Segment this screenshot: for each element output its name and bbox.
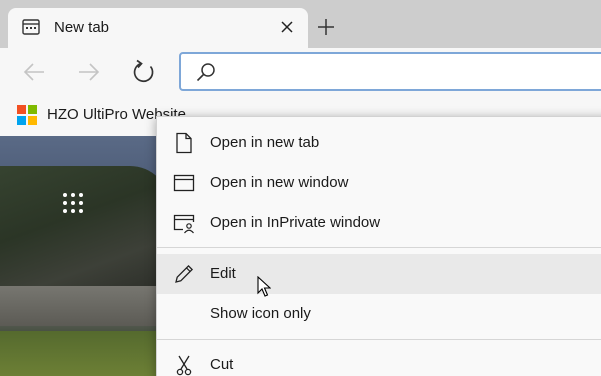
new-tab-plus-icon[interactable] — [316, 17, 336, 37]
menu-item-edit[interactable]: Edit — [157, 254, 601, 294]
menu-separator — [157, 339, 601, 340]
page-icon — [176, 132, 192, 154]
menu-item-show-icon-only[interactable]: Show icon only — [157, 294, 601, 334]
tab-title: New tab — [54, 19, 110, 36]
menu-item-label: Open in InPrivate window — [210, 214, 381, 231]
address-bar[interactable] — [179, 52, 601, 91]
context-menu: Open in new tab Open in new window Open … — [156, 116, 601, 376]
refresh-icon[interactable] — [130, 58, 158, 86]
close-icon[interactable] — [278, 18, 296, 36]
app-launcher-icon[interactable] — [63, 193, 85, 215]
menu-item-open-inprivate-window[interactable]: Open in InPrivate window — [157, 203, 601, 243]
new-tab-page-icon — [22, 19, 40, 35]
menu-item-cut[interactable]: Cut — [157, 345, 601, 376]
menu-item-label: Edit — [210, 265, 236, 282]
menu-item-label: Show icon only — [210, 305, 311, 322]
tab-new-tab[interactable]: New tab — [8, 8, 308, 48]
toolbar — [0, 48, 601, 96]
cliff-shape — [0, 166, 170, 296]
pencil-icon — [175, 264, 194, 283]
inprivate-window-icon — [173, 214, 195, 234]
mouse-pointer-icon — [257, 276, 271, 297]
back-arrow-icon[interactable] — [20, 58, 48, 86]
scissors-icon — [176, 355, 192, 376]
forward-arrow-icon[interactable] — [75, 58, 103, 86]
menu-item-label: Open in new window — [210, 174, 349, 191]
microsoft-logo-icon — [17, 105, 37, 125]
search-icon — [196, 63, 215, 82]
window-icon — [173, 174, 195, 192]
menu-separator — [157, 247, 601, 248]
menu-item-label: Open in new tab — [210, 134, 320, 151]
menu-item-label: Cut — [210, 356, 234, 373]
menu-item-open-new-tab[interactable]: Open in new tab — [157, 123, 601, 163]
tab-strip: New tab — [0, 0, 601, 48]
menu-item-open-new-window[interactable]: Open in new window — [157, 163, 601, 203]
